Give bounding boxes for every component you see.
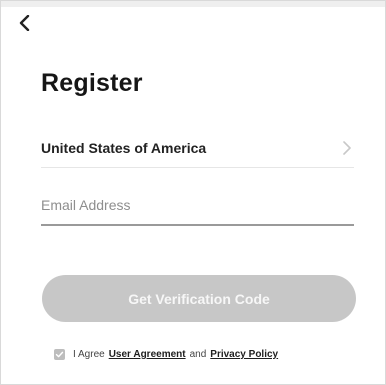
email-field[interactable]	[41, 197, 354, 213]
and-text: and	[189, 349, 207, 360]
page-title: Register	[41, 69, 143, 97]
checkbox-icon[interactable]	[54, 349, 65, 360]
agree-prefix: I Agree	[73, 349, 105, 360]
back-button[interactable]	[15, 11, 35, 35]
privacy-policy-link[interactable]: Privacy Policy	[210, 349, 278, 360]
country-label: United States of America	[41, 139, 207, 156]
get-verification-code-button[interactable]: Get Verification Code	[42, 275, 356, 322]
user-agreement-link[interactable]: User Agreement	[109, 349, 186, 360]
email-field-row	[41, 186, 354, 226]
agreement-row: I Agree User Agreement and Privacy Polic…	[54, 349, 278, 360]
country-selector[interactable]: United States of America	[41, 128, 354, 168]
register-screen: Register United States of America Get Ve…	[0, 0, 386, 385]
chevron-left-icon	[19, 15, 31, 31]
chevron-right-icon	[340, 140, 354, 156]
top-border	[1, 1, 385, 7]
